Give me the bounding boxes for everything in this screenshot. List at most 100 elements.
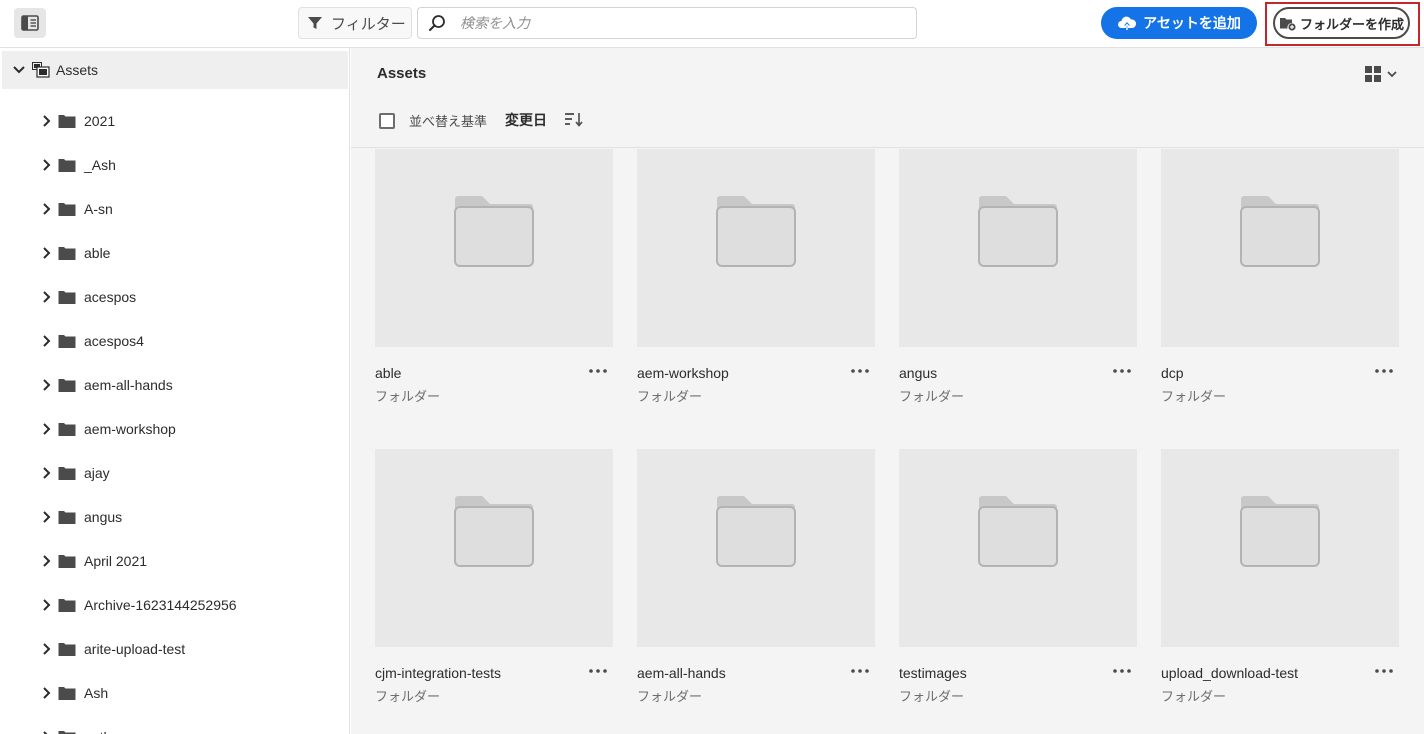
sidebar-item-angus[interactable]: angus <box>0 502 346 546</box>
search-input[interactable] <box>458 14 882 32</box>
more-actions-icon[interactable] <box>587 663 609 679</box>
chevron-right-icon[interactable] <box>41 686 53 705</box>
chevron-right-icon[interactable] <box>41 290 53 309</box>
sort-field-selector[interactable]: 変更日 <box>505 110 547 130</box>
chevron-right-icon[interactable] <box>41 510 53 529</box>
sidebar-item-label: 2021 <box>84 113 116 129</box>
sidebar-item-label: able <box>84 245 111 261</box>
folder-card[interactable]: dcp フォルダー <box>1161 149 1399 439</box>
folder-icon <box>58 157 76 178</box>
sidebar-item-label: April 2021 <box>84 553 148 569</box>
folder-card[interactable]: testimages フォルダー <box>899 449 1137 734</box>
sidebar-item-author[interactable]: author <box>0 722 346 734</box>
folder-icon <box>58 465 76 486</box>
toggle-side-panel-button[interactable] <box>14 8 46 38</box>
more-actions-icon[interactable] <box>849 363 871 379</box>
folder-thumbnail[interactable] <box>899 449 1137 647</box>
sidebar-item-ash[interactable]: Ash <box>0 678 346 722</box>
folder-thumbnail[interactable] <box>899 149 1137 347</box>
folder-card[interactable]: able フォルダー <box>375 149 613 439</box>
chevron-right-icon[interactable] <box>41 114 53 133</box>
sidebar-item-ajay[interactable]: ajay <box>0 458 346 502</box>
folder-thumbnail[interactable] <box>637 449 875 647</box>
sidebar-item-label: acespos4 <box>84 333 144 349</box>
card-type: フォルダー <box>1161 389 1227 404</box>
sidebar-item-label: author <box>84 729 124 734</box>
sidebar-item-label: Archive-1623144252956 <box>84 597 237 613</box>
folder-icon <box>58 553 76 574</box>
folder-card[interactable]: upload_download-test フォルダー <box>1161 449 1399 734</box>
folder-thumbnail[interactable] <box>637 149 875 347</box>
sidebar-item-acespos[interactable]: acespos <box>0 282 346 326</box>
chevron-right-icon[interactable] <box>41 598 53 617</box>
chevron-right-icon[interactable] <box>41 730 53 734</box>
sidebar-item-aem-all-hands[interactable]: aem-all-hands <box>0 370 346 414</box>
folder-card[interactable]: cjm-integration-tests フォルダー <box>375 449 613 734</box>
chevron-right-icon[interactable] <box>41 158 53 177</box>
sidebar-item-ash[interactable]: _Ash <box>0 150 346 194</box>
card-type: フォルダー <box>637 389 703 404</box>
card-type: フォルダー <box>899 689 965 704</box>
chevron-right-icon[interactable] <box>41 642 53 661</box>
sidebar-item-archive-1623144252956[interactable]: Archive-1623144252956 <box>0 590 346 634</box>
folder-thumbnail[interactable] <box>1161 449 1399 647</box>
card-title: testimages <box>899 665 967 681</box>
sidebar-item-a-sn[interactable]: A-sn <box>0 194 346 238</box>
folder-thumbnail[interactable] <box>375 149 613 347</box>
chevron-down-icon[interactable] <box>12 63 26 77</box>
create-folder-label: フォルダーを作成 <box>1299 16 1404 32</box>
sidebar-item-2021[interactable]: 2021 <box>0 106 346 150</box>
tree-root-label: Assets <box>56 62 99 78</box>
sidebar-item-able[interactable]: able <box>0 238 346 282</box>
more-actions-icon[interactable] <box>1373 363 1395 379</box>
more-actions-icon[interactable] <box>1111 363 1133 379</box>
card-type: フォルダー <box>1161 689 1227 704</box>
chevron-right-icon[interactable] <box>41 554 53 573</box>
folder-card[interactable]: aem-workshop フォルダー <box>637 149 875 439</box>
folder-icon <box>58 201 76 222</box>
sidebar-item-label: _Ash <box>84 157 116 173</box>
chevron-right-icon[interactable] <box>41 422 53 441</box>
card-title: cjm-integration-tests <box>375 665 502 681</box>
more-actions-icon[interactable] <box>1373 663 1395 679</box>
view-switcher[interactable] <box>1364 65 1399 83</box>
chevron-right-icon[interactable] <box>41 466 53 485</box>
card-type: フォルダー <box>375 389 441 404</box>
chevron-right-icon[interactable] <box>41 246 53 265</box>
folder-thumbnail[interactable] <box>1161 149 1399 347</box>
sidebar-item-april-2021[interactable]: April 2021 <box>0 546 346 590</box>
upload-cloud-icon <box>1118 16 1137 30</box>
more-actions-icon[interactable] <box>849 663 871 679</box>
sidebar-item-label: angus <box>84 509 123 525</box>
folder-icon <box>58 245 76 266</box>
folder-icon <box>58 113 76 134</box>
chevron-right-icon[interactable] <box>41 202 53 221</box>
create-folder-button[interactable]: フォルダーを作成 <box>1273 7 1410 39</box>
folder-icon <box>58 509 76 530</box>
filter-button[interactable]: フィルター <box>298 7 412 39</box>
sidebar-item-arite-upload-test[interactable]: arite-upload-test <box>0 634 346 678</box>
search-field[interactable] <box>417 7 917 39</box>
card-title: angus <box>899 365 938 381</box>
select-all-checkbox[interactable] <box>379 113 395 129</box>
filter-label: フィルター <box>331 15 406 33</box>
grid-view-icon <box>1365 66 1381 82</box>
card-title: upload_download-test <box>1161 665 1298 681</box>
chevron-right-icon[interactable] <box>41 334 53 353</box>
add-assets-button[interactable]: アセットを追加 <box>1101 7 1257 39</box>
more-actions-icon[interactable] <box>587 363 609 379</box>
sort-direction-icon[interactable] <box>564 111 584 127</box>
sidebar-item-label: aem-workshop <box>84 421 176 437</box>
folder-icon <box>58 421 76 442</box>
folder-card[interactable]: angus フォルダー <box>899 149 1137 439</box>
sidebar-item-aem-workshop[interactable]: aem-workshop <box>0 414 346 458</box>
sidebar-item-label: acespos <box>84 289 137 305</box>
sidebar-item-acespos4[interactable]: acespos4 <box>0 326 346 370</box>
filter-icon <box>308 17 322 29</box>
folder-icon <box>58 641 76 662</box>
tree-root-assets[interactable]: Assets <box>2 51 348 89</box>
more-actions-icon[interactable] <box>1111 663 1133 679</box>
chevron-right-icon[interactable] <box>41 378 53 397</box>
folder-thumbnail[interactable] <box>375 449 613 647</box>
folder-card[interactable]: aem-all-hands フォルダー <box>637 449 875 734</box>
